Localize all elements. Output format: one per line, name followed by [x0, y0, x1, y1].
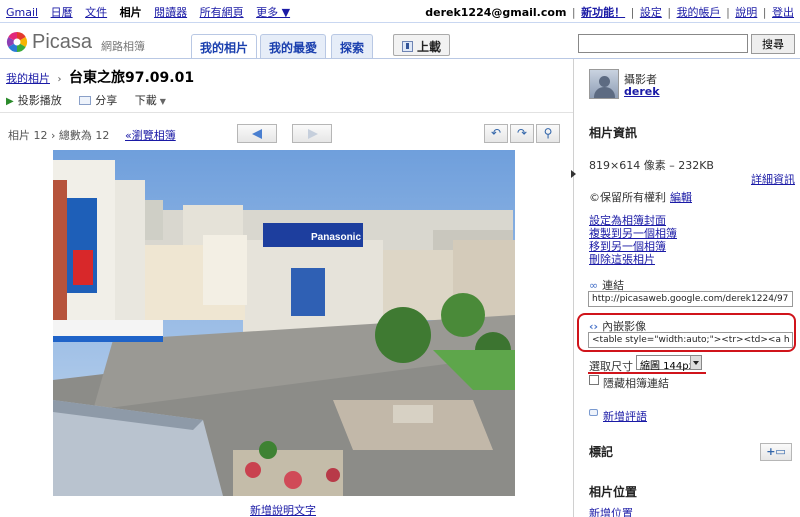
size-select[interactable]: 縮圖 144px — [636, 355, 702, 372]
gbar-link-more[interactable]: 更多 ▼ — [256, 6, 290, 19]
gbar-link-web[interactable]: 所有網頁 — [200, 6, 244, 19]
gbar-services: Gmail 日曆 文件 相片 閱讀器 所有網頁 更多 ▼ — [6, 4, 299, 20]
sign-out-link[interactable]: 登出 — [772, 6, 794, 19]
photo-actions: ▶ 投影播放 分享 下載 ▼ — [6, 92, 180, 108]
size-select-value: 縮圖 144px — [640, 361, 695, 372]
delete-photo-link[interactable]: 刪除這張相片 — [589, 251, 655, 267]
add-location-link[interactable]: 新增位置 — [589, 505, 633, 517]
my-account-link[interactable]: 我的帳戶 — [677, 6, 721, 19]
download-menu[interactable]: 下載 ▼ — [135, 92, 166, 108]
slideshow-label: 投影播放 — [17, 94, 62, 107]
arrow-left-icon — [252, 129, 262, 139]
add-tag-button[interactable]: +▭ — [760, 443, 792, 461]
share-label: 分享 — [95, 94, 118, 107]
rights-line: ©保留所有權利 編輯 — [589, 189, 692, 205]
avatar[interactable] — [589, 69, 619, 99]
actions-divider — [0, 112, 573, 113]
help-link[interactable]: 說明 — [735, 6, 757, 19]
photo-info-heading: 相片資訊 — [589, 126, 638, 140]
chevron-down-icon: ▼ — [159, 97, 166, 106]
rotate-right-button[interactable]: ↷ — [510, 124, 534, 143]
gbar-link-docs[interactable]: 文件 — [85, 6, 107, 19]
zoom-button[interactable]: ⚲ — [536, 124, 560, 143]
details-link[interactable]: 詳細資訊 — [751, 171, 795, 187]
gbar-account: derek1224@gmail.com | 新功能！ | 設定 | 我的帳戶 |… — [425, 4, 794, 20]
new-features-link[interactable]: 新功能！ — [581, 6, 625, 19]
rotate-right-icon: ↷ — [516, 126, 528, 140]
photo-count: 相片 12 › 總數為 12 — [8, 129, 110, 142]
slideshow-button[interactable]: ▶ 投影播放 — [6, 92, 62, 108]
chevron-down-icon — [690, 356, 701, 369]
gbar-divider — [0, 22, 800, 23]
upload-button[interactable]: 上載 — [393, 34, 451, 56]
tab-explore[interactable]: 探索 — [331, 34, 374, 58]
gbar-link-gmail[interactable]: Gmail — [6, 6, 38, 19]
logo-text: Picasa — [32, 31, 93, 53]
billboard-text: Panasonic — [311, 232, 361, 243]
photo-location-heading: 相片位置 — [589, 485, 638, 499]
separator: | — [630, 6, 635, 19]
embed-code-field[interactable] — [588, 332, 793, 348]
rotate-left-button[interactable]: ↶ — [484, 124, 508, 143]
next-photo-button[interactable] — [292, 124, 332, 143]
upload-icon — [402, 41, 413, 52]
header-divider — [0, 58, 800, 59]
photographer-name-link[interactable]: derek — [624, 85, 660, 98]
logo-subtitle: 網路相簿 — [101, 40, 145, 53]
gbar-link-reader[interactable]: 閱讀器 — [154, 6, 187, 19]
breadcrumb-root-link[interactable]: 我的相片 — [6, 72, 50, 85]
add-caption-link[interactable]: 新增說明文字 — [250, 502, 316, 517]
separator: | — [762, 6, 767, 19]
envelope-icon — [79, 96, 92, 105]
collapse-sidebar-icon[interactable] — [571, 170, 576, 178]
search-input[interactable] — [578, 34, 748, 53]
previous-photo-button[interactable] — [237, 124, 277, 143]
city-street-photo: Panasonic — [53, 150, 515, 496]
user-email: derek1224@gmail.com — [425, 6, 567, 19]
google-bar: Gmail 日曆 文件 相片 閱讀器 所有網頁 更多 ▼ derek1224@g… — [0, 0, 800, 22]
size-underline-annotation — [588, 372, 706, 374]
app-header: Picasa 網路相簿 我的相片 我的最愛 探索 上載 搜尋 — [0, 24, 800, 59]
play-icon: ▶ — [6, 96, 14, 107]
main-photo[interactable]: Panasonic — [53, 150, 515, 496]
avatar-body — [594, 87, 615, 98]
tab-favorites[interactable]: 我的最愛 — [260, 34, 327, 58]
settings-link[interactable]: 設定 — [640, 6, 662, 19]
edit-rights-link[interactable]: 編輯 — [670, 191, 692, 204]
arrow-right-icon — [308, 129, 318, 139]
gbar-link-photos: 相片 — [119, 6, 142, 19]
breadcrumb: 我的相片 › 台東之旅97.09.01 — [6, 67, 194, 87]
comment-icon — [589, 409, 598, 416]
breadcrumb-arrow: › — [57, 74, 62, 85]
sidebar-divider — [573, 59, 574, 517]
separator: | — [726, 6, 730, 19]
hide-album-link-checkbox[interactable] — [589, 375, 599, 385]
hide-album-link-label: 隱藏相簿連結 — [603, 377, 669, 390]
avatar-head — [599, 76, 610, 87]
picasa-pinwheel-icon — [6, 31, 28, 53]
separator: | — [571, 6, 576, 19]
photo-link-field[interactable] — [588, 291, 793, 307]
gbar-link-calendar[interactable]: 日曆 — [51, 6, 73, 19]
magnifier-icon: ⚲ — [543, 126, 553, 140]
photo-dimensions: 819×614 像素 – 232KB — [589, 159, 714, 172]
rotate-left-icon: ↶ — [490, 126, 502, 140]
share-button[interactable]: 分享 — [79, 92, 117, 108]
album-title: 台東之旅97.09.01 — [69, 70, 195, 86]
add-tag-icon: +▭ — [766, 445, 786, 458]
add-comment-link[interactable]: 新增評語 — [603, 408, 647, 424]
rights-text: ©保留所有權利 — [589, 191, 666, 204]
upload-label: 上載 — [417, 40, 442, 54]
tab-my-photos[interactable]: 我的相片 — [191, 34, 258, 59]
download-label: 下載 — [134, 94, 157, 107]
separator: | — [667, 6, 672, 19]
back-to-album-link[interactable]: «瀏覽相簿 — [125, 127, 176, 143]
search-button[interactable]: 搜尋 — [751, 34, 795, 54]
tags-heading: 標記 — [589, 445, 614, 459]
picasa-logo[interactable]: Picasa 網路相簿 — [6, 29, 156, 55]
